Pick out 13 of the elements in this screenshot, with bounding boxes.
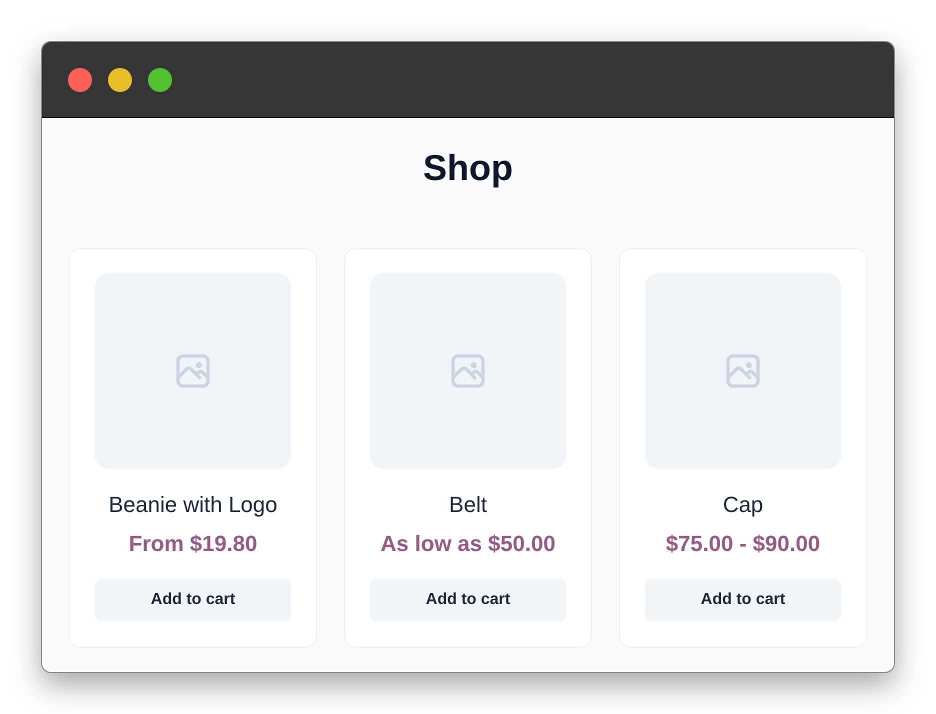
window-control-button[interactable] [68, 68, 92, 92]
product-price: $75.00 - $90.00 [666, 530, 820, 558]
add-to-cart-button[interactable]: Add to cart [370, 579, 566, 621]
product-name: Belt [449, 491, 487, 519]
product-price: As low as $50.00 [380, 530, 556, 558]
page-title: Shop [423, 146, 513, 190]
product-name: Beanie with Logo [108, 491, 278, 519]
window-control-button[interactable] [108, 68, 132, 92]
product-price: From $19.80 [128, 530, 258, 558]
window-control-button[interactable] [148, 68, 172, 92]
add-to-cart-button[interactable]: Add to cart [645, 579, 841, 621]
product-name: Cap [722, 491, 764, 519]
add-to-cart-button[interactable]: Add to cart [95, 579, 291, 621]
